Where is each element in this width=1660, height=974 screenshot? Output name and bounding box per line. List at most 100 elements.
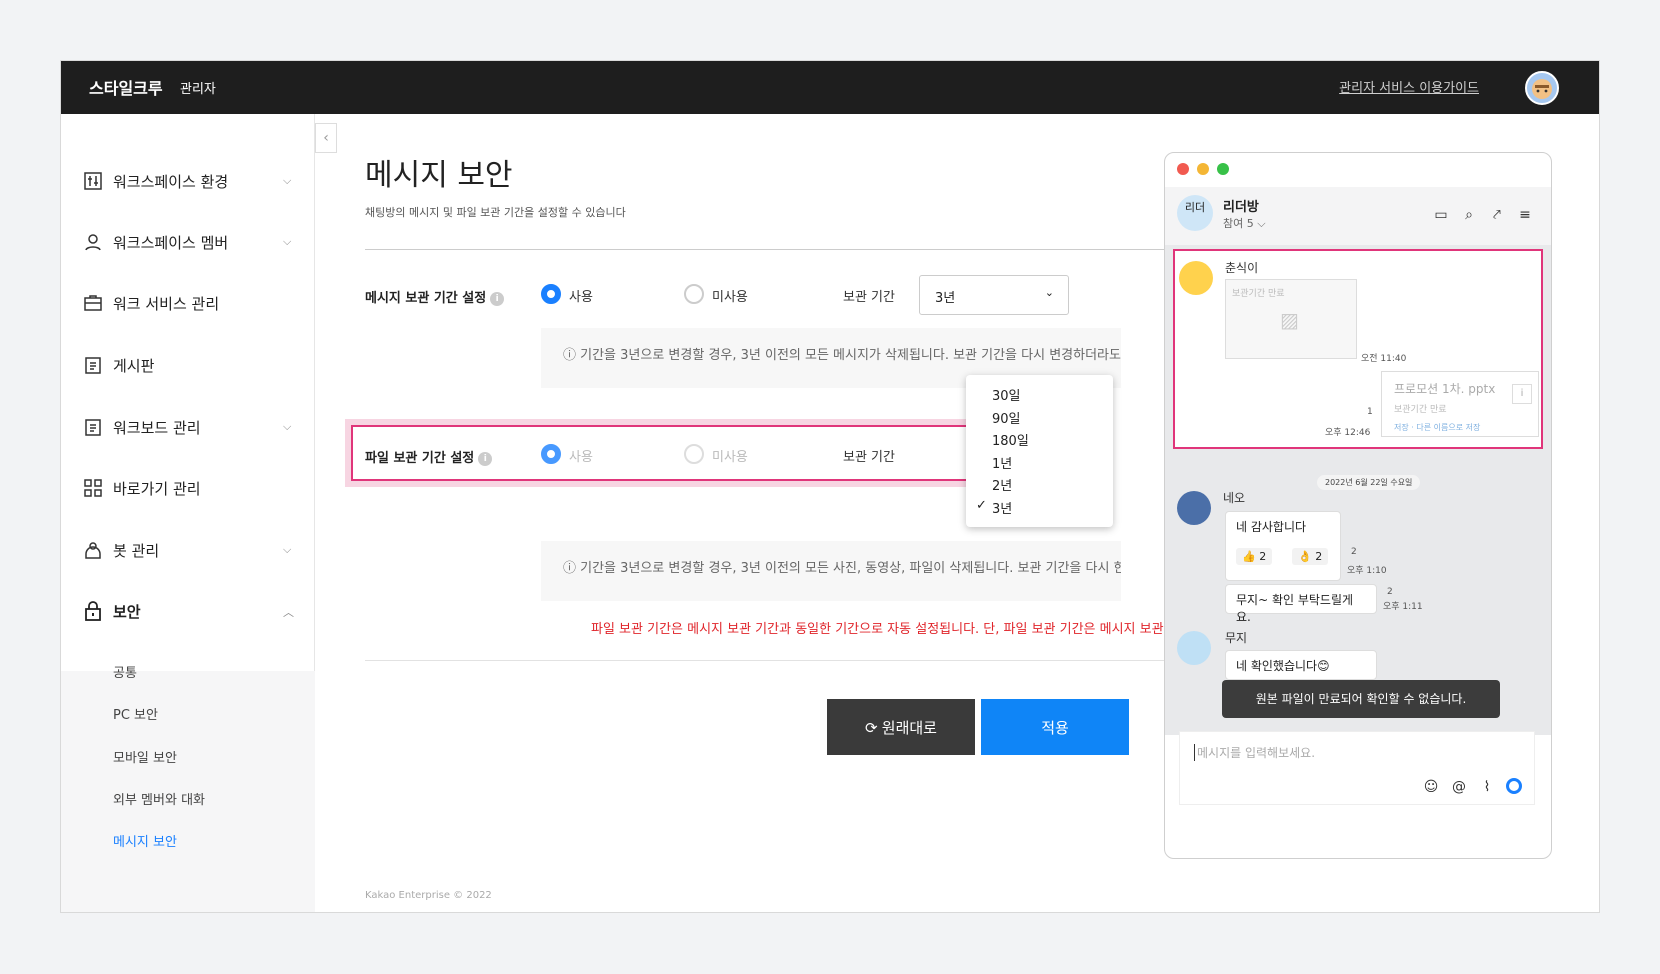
message-period-select[interactable]: 3년 ⌄ <box>919 275 1069 315</box>
sidebar-item-label: 워크스페이스 멤버 <box>113 234 229 252</box>
expired-file-toast: 원본 파일이 만료되어 확인할 수 없습니다. <box>1222 680 1500 718</box>
attach-icon[interactable]: ⌇ <box>1478 778 1496 796</box>
file-use-label: 사용 <box>569 450 593 465</box>
dropdown-option[interactable]: 180일 <box>992 430 1029 449</box>
info-icon[interactable]: i <box>478 451 493 466</box>
dropdown-option-selected[interactable]: 3년 <box>992 498 1012 517</box>
file-notice: ⓘ 기간을 3년으로 변경할 경우, 3년 이전의 모든 사진, 동영상, 파일… <box>541 541 1121 601</box>
grid-icon <box>84 479 102 497</box>
sidebar-sub-message-security[interactable]: 메시지 보안 <box>113 831 177 850</box>
reaction-thumbs[interactable]: 👍 2 <box>1236 548 1273 565</box>
message-bubble[interactable]: 네 감사합니다 👍 2 👌 2 <box>1225 511 1341 581</box>
dropdown-option[interactable]: 1년 <box>992 453 1012 472</box>
sidebar-item-label: 워크보드 관리 <box>113 419 201 437</box>
reset-button-label: 원래대로 <box>881 719 937 737</box>
chevron-down-icon: ⌄ <box>1044 286 1054 299</box>
sidebar-item-label: 봇 관리 <box>113 542 160 560</box>
sidebar-sub-mobile-security[interactable]: 모바일 보안 <box>113 747 177 766</box>
file-actions[interactable]: 저장 · 다른 이름으로 저장 <box>1394 422 1480 433</box>
message-input[interactable]: 메시지를 입력해보세요. <box>1194 744 1315 761</box>
message-time: 오후 12:46 <box>1325 428 1371 438</box>
sidebar-item-workspace-members[interactable]: 워크스페이스 멤버 ⌵ <box>61 218 315 266</box>
maximize-window-icon[interactable] <box>1217 163 1229 175</box>
read-count: 2 <box>1387 587 1393 597</box>
chevron-down-icon: ⌵ <box>283 420 292 433</box>
file-expired-label: 보관기간 만료 <box>1394 405 1447 415</box>
period-dropdown[interactable]: 30일 90일 180일 1년 2년 ✓ 3년 <box>966 375 1113 527</box>
sidebar-sub-external-members[interactable]: 외부 멤버와 대화 <box>113 789 205 808</box>
brand-sub: 관리자 <box>180 82 216 97</box>
reset-button[interactable]: ⟳ 원래대로 <box>827 699 975 755</box>
sidebar-item-work-service[interactable]: 워크 서비스 관리 <box>61 279 315 327</box>
briefcase-icon <box>84 295 102 311</box>
brand-name: 스타일크루 <box>89 79 163 98</box>
sidebar-item-workboard[interactable]: 워크보드 관리 ⌵ <box>61 403 315 451</box>
file-use-radio[interactable] <box>541 444 561 464</box>
expired-file[interactable]: 프로모션 1차. pptx 보관기간 만료 저장 · 다른 이름으로 저장 i <box>1381 371 1539 437</box>
info-icon[interactable]: i <box>1512 384 1532 404</box>
video-call-icon[interactable]: ▭ <box>1433 207 1449 223</box>
apply-button[interactable]: 적용 <box>981 699 1129 755</box>
file-no-use-radio[interactable] <box>684 444 704 464</box>
lock-icon <box>85 601 101 621</box>
message-time: 오후 1:11 <box>1383 602 1423 612</box>
user-avatar[interactable] <box>1525 71 1559 105</box>
sidebar: 워크스페이스 환경 ⌵ 워크스페이스 멤버 ⌵ 워크 서비스 관리 게시판 워크… <box>61 114 315 912</box>
read-count: 1 <box>1367 407 1373 417</box>
emoji-icon[interactable]: ☺ <box>1422 778 1440 796</box>
expired-messages-highlight: 춘식이 보관기간 만료 ▨ 오전 11:40 프로모션 1차. pptx 보관기… <box>1173 249 1543 449</box>
minimize-window-icon[interactable] <box>1197 163 1209 175</box>
dropdown-option[interactable]: 90일 <box>992 408 1021 427</box>
file-warning: 파일 보관 기간은 메시지 보관 기간과 동일한 기간으로 자동 설정됩니다. … <box>591 622 1171 637</box>
checkmark-icon: ✓ <box>976 498 987 513</box>
file-period-label: 보관 기간 <box>843 450 895 465</box>
message-no-use-radio[interactable] <box>684 284 704 304</box>
send-icon[interactable] <box>1506 778 1522 794</box>
message-use-label: 사용 <box>569 290 593 305</box>
message-retention-label-text: 메시지 보관 기간 설정 <box>365 291 487 306</box>
close-window-icon[interactable] <box>1177 163 1189 175</box>
dropdown-option[interactable]: 2년 <box>992 475 1012 494</box>
share-icon[interactable]: ⤤ <box>1489 207 1505 223</box>
reaction-ok[interactable]: 👌 2 <box>1292 548 1329 565</box>
sidebar-sub-pc-security[interactable]: PC 보안 <box>113 704 158 723</box>
mention-icon[interactable]: @ <box>1450 778 1468 796</box>
page-description: 채팅방의 메시지 및 파일 보관 기간을 설정할 수 있습니다 <box>365 206 626 219</box>
message-bubble[interactable]: 무지~ 확인 부탁드릴게요. <box>1225 584 1377 624</box>
divider <box>365 660 1165 661</box>
chevron-down-icon: ⌵ <box>283 235 292 248</box>
sidebar-item-workspace-env[interactable]: 워크스페이스 환경 ⌵ <box>61 157 315 205</box>
search-icon[interactable]: ⌕ <box>1461 207 1477 223</box>
sidebar-item-board[interactable]: 게시판 <box>61 341 315 389</box>
settings-sliders-icon <box>84 172 102 190</box>
copyright: Kakao Enterprise © 2022 <box>365 890 492 901</box>
page-title: 메시지 보안 <box>365 158 513 193</box>
file-name: 프로모션 1차. pptx <box>1394 382 1496 396</box>
message-time: 오전 11:40 <box>1361 354 1407 364</box>
chevron-down-icon: ⌵ <box>283 174 292 187</box>
message-time: 오후 1:10 <box>1347 566 1387 576</box>
expired-image[interactable]: 보관기간 만료 ▨ <box>1225 279 1357 359</box>
bot-icon <box>85 542 101 559</box>
sender-name: 네오 <box>1223 491 1246 505</box>
date-separator: 2022년 6월 22일 수요일 <box>1317 475 1421 490</box>
sender-name: 무지 <box>1225 631 1248 645</box>
message-input-area[interactable]: 메시지를 입력해보세요. ☺ @ ⌇ <box>1179 731 1535 805</box>
sidebar-item-shortcuts[interactable]: 바로가기 관리 <box>61 464 315 512</box>
sidebar-item-security[interactable]: 보안 ︿ <box>61 587 315 635</box>
message-text: 네 감사합니다 <box>1236 520 1307 534</box>
message-bubble[interactable]: 네 확인했습니다😊 <box>1225 650 1377 680</box>
info-icon[interactable]: i <box>490 291 505 306</box>
room-name: 리더방 <box>1223 200 1259 215</box>
message-no-use-label: 미사용 <box>712 290 748 305</box>
chevron-down-icon: ⌵ <box>283 543 292 556</box>
sender-name: 춘식이 <box>1225 261 1259 275</box>
room-members[interactable]: 참여 5 ⌵ <box>1223 215 1266 231</box>
guide-link[interactable]: 관리자 서비스 이용가이드 <box>1339 77 1479 96</box>
message-use-radio[interactable] <box>541 284 561 304</box>
menu-icon[interactable]: ≡ <box>1517 207 1533 223</box>
dropdown-option[interactable]: 30일 <box>992 385 1021 404</box>
chat-window: 리더 리더방 참여 5 ⌵ ▭ ⌕ ⤤ ≡ 춘식이 보관기간 만료 ▨ 오전 1… <box>1164 152 1552 859</box>
sidebar-item-bots[interactable]: 봇 관리 ⌵ <box>61 526 315 574</box>
sidebar-sub-common[interactable]: 공통 <box>113 662 137 681</box>
